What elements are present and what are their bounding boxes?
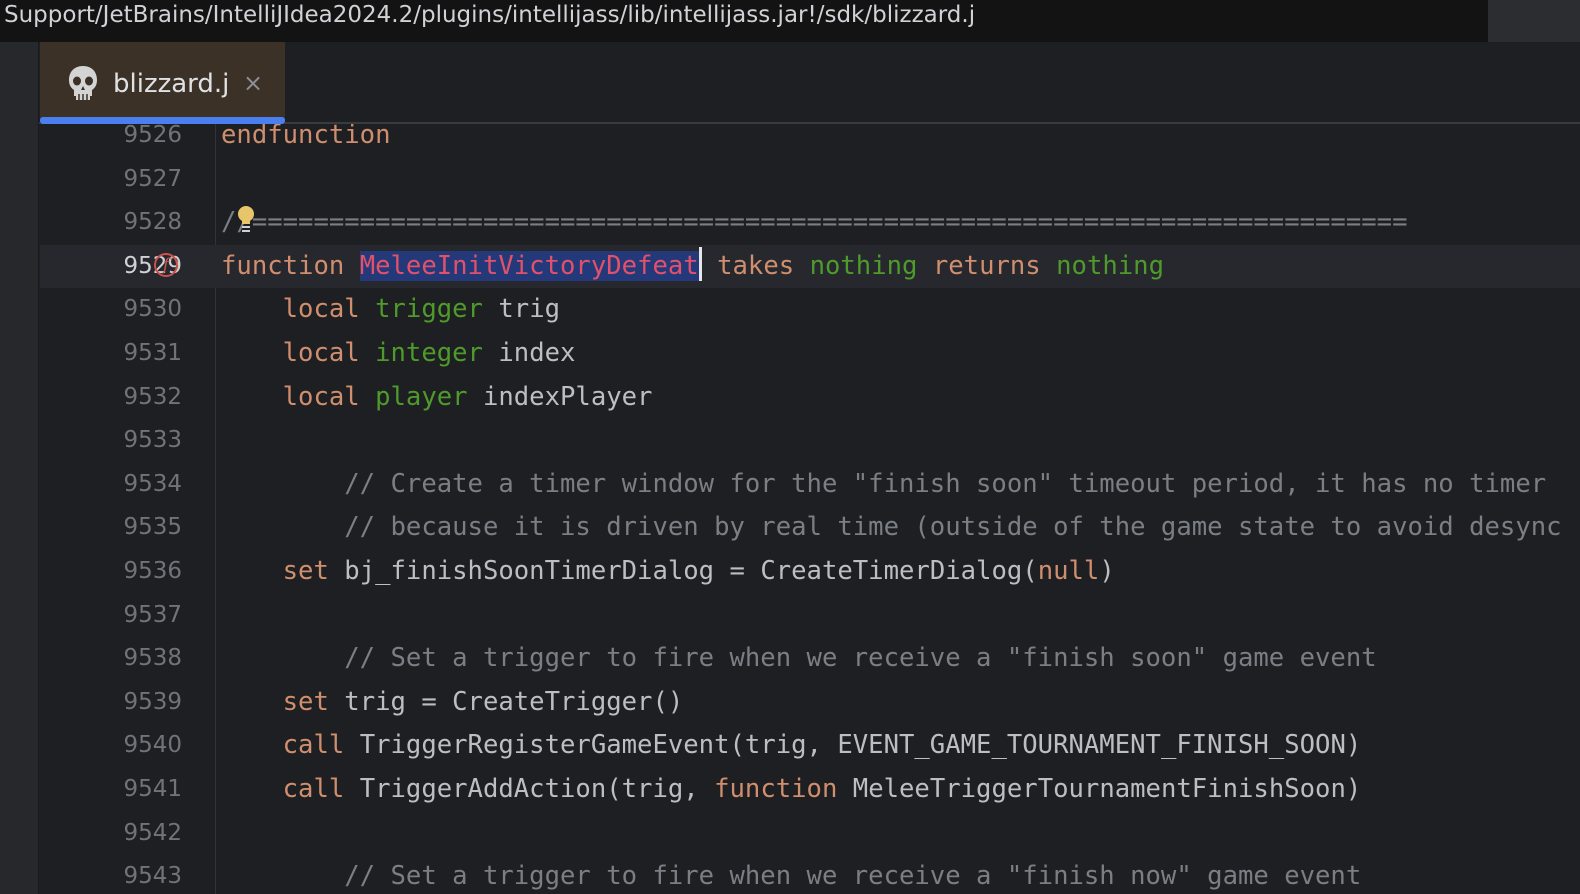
code-token: indexPlayer — [467, 381, 653, 412]
line-number: 9527 — [123, 165, 182, 192]
code-token: //======================================… — [221, 207, 1408, 238]
tab-label: blizzard.j — [113, 69, 230, 99]
line-number: 9531 — [123, 339, 182, 366]
code-token: TriggerRegisterGameEvent(trig, EVENT_GAM… — [359, 730, 1362, 761]
code-token: ) — [1099, 555, 1115, 586]
line-number: 9537 — [123, 601, 182, 628]
code-line[interactable]: 9540 call TriggerRegisterGameEvent(trig,… — [40, 724, 1580, 768]
active-tab-indicator — [40, 117, 285, 124]
code-text: set bj_finishSoonTimerDialog = CreateTim… — [221, 550, 1115, 594]
code-token: takes — [701, 250, 810, 281]
code-token: call — [221, 773, 360, 804]
lightbulb-icon[interactable] — [236, 205, 256, 237]
line-number: 9535 — [123, 514, 182, 541]
code-editor[interactable]: 9526 endfunction 9527 9528 //===============… — [40, 124, 1580, 894]
code-line[interactable]: 9526 endfunction — [40, 124, 1580, 158]
code-text: call TriggerAddAction(trig, function Mel… — [221, 768, 1362, 812]
code-text: function MeleeInitVictoryDefeat takes no… — [221, 245, 1164, 289]
line-number: 9532 — [123, 383, 182, 410]
code-token: local — [221, 294, 376, 325]
line-number: 9528 — [123, 209, 182, 236]
code-token: trigger — [375, 294, 483, 325]
line-number: 9526 — [123, 124, 182, 148]
code-line[interactable]: 9529 f function MeleeInitVictoryDefeat tak… — [40, 244, 1580, 289]
code-token: local — [221, 337, 376, 368]
code-token: index — [482, 337, 576, 368]
code-token: endfunction — [221, 124, 391, 150]
code-token: bj_finishSoonTimerDialog = CreateTimerDi… — [344, 555, 1038, 586]
code-text: // because it is driven by real time (ou… — [221, 506, 1562, 550]
code-line[interactable]: 9533 — [40, 419, 1580, 463]
code-line[interactable]: 9532 local player indexPlayer — [40, 376, 1580, 420]
line-number: 9542 — [123, 819, 182, 846]
code-line[interactable]: 9542 — [40, 812, 1580, 856]
code-line[interactable]: 9538 // Set a trigger to fire when we re… — [40, 637, 1580, 681]
line-number: 9539 — [123, 688, 182, 715]
code-token: returns — [917, 250, 1057, 281]
tool-window-strip — [0, 42, 39, 894]
code-line[interactable]: 9530 local trigger trig — [40, 288, 1580, 332]
code-token: set — [221, 555, 345, 586]
code-line[interactable]: 9527 — [40, 158, 1580, 202]
title-bar-controls-area — [1488, 0, 1580, 42]
function-marker-icon[interactable]: f — [154, 252, 178, 277]
selected-function-name: MeleeInitVictoryDefeat — [359, 250, 699, 281]
code-token: call — [221, 730, 360, 761]
code-line[interactable]: 9543 // Set a trigger to fire when we re… — [40, 855, 1580, 894]
code-text: // Set a trigger to fire when we receive… — [221, 637, 1377, 681]
line-number: 9530 — [123, 296, 182, 323]
code-text: endfunction — [221, 124, 391, 158]
code-token: function — [714, 773, 838, 804]
skull-icon — [69, 66, 97, 100]
code-text: call TriggerRegisterGameEvent(trig, EVEN… — [221, 724, 1362, 768]
code-token: player — [375, 381, 468, 412]
code-token: function — [221, 250, 360, 281]
code-token: TriggerAddAction(trig, — [359, 773, 715, 804]
code-line[interactable]: 9534 // Create a timer window for the "f… — [40, 463, 1580, 507]
code-token: set — [221, 686, 345, 717]
line-number: 9533 — [123, 427, 182, 454]
code-text: local integer index — [221, 332, 576, 376]
code-line[interactable]: 9531 local integer index — [40, 332, 1580, 376]
line-number: 9538 — [123, 645, 182, 672]
code-text: // Set a trigger to fire when we receive… — [221, 855, 1361, 894]
code-token: trig — [482, 294, 561, 325]
code-line[interactable]: 9528 //==================================… — [40, 201, 1580, 245]
code-text: set trig = CreateTrigger() — [221, 681, 684, 725]
code-text: // Create a timer window for the "finish… — [221, 463, 1546, 507]
code-token: // Set a trigger to fire when we receive… — [221, 861, 1362, 892]
code-token: nothing — [1056, 250, 1164, 281]
code-text: //======================================… — [221, 201, 1407, 245]
code-line[interactable]: 9541 call TriggerAddAction(trig, functio… — [40, 768, 1580, 812]
code-token: local — [221, 381, 376, 412]
code-token: integer — [375, 337, 483, 368]
line-number: 9536 — [123, 557, 182, 584]
line-number: 9543 — [123, 863, 182, 890]
code-line[interactable]: 9537 — [40, 594, 1580, 638]
code-text: local trigger trig — [221, 288, 560, 332]
code-line[interactable]: 9536 set bj_finishSoonTimerDialog = Crea… — [40, 550, 1580, 594]
line-number: 9534 — [123, 470, 182, 497]
code-token: null — [1037, 555, 1100, 586]
code-text: local player indexPlayer — [221, 376, 653, 420]
code-lines: 9526 endfunction 9527 9528 //===============… — [40, 124, 1580, 894]
code-token: trig = CreateTrigger() — [344, 686, 684, 717]
line-number: 9540 — [123, 732, 182, 759]
code-token: // because it is driven by real time (ou… — [221, 512, 1562, 543]
code-token: MeleeTriggerTournamentFinishSoon) — [837, 773, 1362, 804]
code-line[interactable]: 9539 set trig = CreateTrigger() — [40, 681, 1580, 725]
code-token: // Create a timer window for the "finish… — [221, 468, 1547, 499]
code-token: // Set a trigger to fire when we receive… — [221, 643, 1377, 674]
window-title-path: Support/JetBrains/IntelliJIdea2024.2/plu… — [0, 0, 1488, 42]
line-number: 9541 — [123, 775, 182, 802]
close-tab-icon[interactable]: × — [243, 68, 263, 98]
code-token: nothing — [809, 250, 918, 281]
code-line[interactable]: 9535 // because it is driven by real tim… — [40, 506, 1580, 550]
